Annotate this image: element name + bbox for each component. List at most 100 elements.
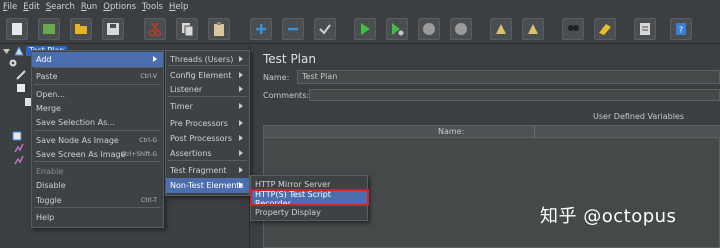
menu-item-paste[interactable]: Paste Ctrl-V — [32, 69, 163, 84]
non-test-item-property-display[interactable]: Property Display — [251, 205, 367, 220]
save-button[interactable] — [102, 18, 124, 40]
name-label: Name: — [263, 73, 290, 82]
menu-tools[interactable]: Tools — [142, 2, 163, 12]
menu-run[interactable]: Run — [81, 2, 97, 12]
thread-group-icon — [16, 83, 26, 92]
menu-item-label: Toggle — [36, 196, 62, 205]
menu-help[interactable]: Help — [169, 2, 188, 12]
clear-all-button[interactable] — [522, 18, 544, 40]
tree-child-row[interactable] — [14, 142, 26, 152]
expand-button[interactable] — [250, 18, 272, 40]
tree-child-row[interactable] — [14, 154, 26, 164]
open-button[interactable] — [70, 18, 92, 40]
collapse-button[interactable] — [282, 18, 304, 40]
menu-item-add[interactable]: Add — [32, 52, 163, 67]
menu-item-label: Disable — [36, 181, 66, 190]
menu-item-save-selection-as[interactable]: Save Selection As... — [32, 115, 163, 130]
search-button[interactable] — [562, 18, 584, 40]
submenu-arrow-icon — [239, 135, 243, 141]
column-divider[interactable] — [534, 126, 535, 138]
tree-child-row[interactable] — [12, 130, 24, 140]
table-col-name[interactable]: Name: — [438, 127, 464, 136]
svg-text:?: ? — [679, 26, 683, 35]
function-helper-icon — [640, 23, 650, 35]
menu-item-save-screen-as-image[interactable]: Save Screen As Image Ctrl+Shift-G — [32, 147, 163, 162]
function-helper-button[interactable] — [634, 18, 656, 40]
table-header: Name: — [264, 126, 720, 138]
add-menu-item-pre-processors[interactable]: Pre Processors — [166, 116, 249, 131]
menu-item-enable: Enable — [32, 164, 163, 179]
start-icon — [361, 23, 370, 35]
menu-item-label: Paste — [36, 72, 58, 81]
paste-button[interactable] — [208, 18, 230, 40]
stop-button[interactable] — [418, 18, 440, 40]
start-button[interactable] — [354, 18, 376, 40]
panel-title: Test Plan — [263, 52, 316, 66]
menu-item-label: Open... — [36, 90, 65, 99]
add-menu-item-timer[interactable]: Timer — [166, 99, 249, 114]
menu-divider — [34, 84, 161, 85]
menu-file[interactable]: File — [3, 2, 17, 12]
help-button[interactable]: ? — [670, 18, 692, 40]
clear-all-icon — [528, 24, 538, 34]
tree-child-row[interactable] — [16, 82, 28, 92]
add-menu-item-config-element[interactable]: Config Element — [166, 68, 249, 83]
menu-edit[interactable]: Edit — [23, 2, 39, 12]
submenu-arrow-icon — [239, 72, 243, 78]
listener-icon — [14, 155, 24, 164]
menu-item-open[interactable]: Open... — [32, 87, 163, 102]
start-no-pauses-button[interactable] — [386, 18, 408, 40]
add-menu-item-non-test-elements[interactable]: Non-Test Elements — [166, 178, 249, 193]
cut-icon — [148, 22, 162, 37]
add-menu-item-test-fragment[interactable]: Test Fragment — [166, 163, 249, 178]
new-button[interactable] — [6, 18, 28, 40]
collapse-icon — [288, 27, 298, 31]
cut-button[interactable] — [144, 18, 166, 40]
menu-item-label: Enable — [36, 167, 64, 176]
copy-button[interactable] — [176, 18, 198, 40]
menu-item-toggle[interactable]: Toggle Ctrl-T — [32, 193, 163, 208]
expand-icon — [256, 24, 266, 34]
menu-item-label: Save Screen As Image — [36, 150, 126, 159]
expand-arrow-icon[interactable] — [2, 47, 12, 56]
new-icon — [12, 23, 22, 35]
gear-icon — [8, 58, 18, 67]
shutdown-button[interactable] — [450, 18, 472, 40]
menu-item-disable[interactable]: Disable — [32, 178, 163, 193]
start-no-pauses-icon — [392, 23, 404, 36]
submenu-arrow-icon — [239, 56, 243, 62]
tree-child-row[interactable] — [16, 69, 28, 80]
non-test-item-http-s-test-script-recorder[interactable]: HTTP(S) Test Script Recorder — [251, 190, 367, 208]
submenu-arrow-icon — [239, 150, 243, 156]
menu-item-label: Merge — [36, 104, 61, 113]
tree-child-row[interactable] — [8, 57, 20, 67]
stop-icon — [423, 23, 435, 35]
menu-item-save-node-as-image[interactable]: Save Node As Image Ctrl-G — [32, 133, 163, 148]
add-menu-item-threads-users[interactable]: Threads (Users) — [166, 52, 249, 67]
reset-search-button[interactable] — [594, 18, 616, 40]
add-menu-item-listener[interactable]: Listener — [166, 82, 249, 97]
name-field[interactable]: Test Plan — [297, 70, 720, 84]
menu-options[interactable]: Options — [103, 2, 136, 12]
non-test-elements-submenu: HTTP Mirror Server HTTP(S) Test Script Re… — [250, 175, 368, 221]
submenu-arrow-icon — [239, 103, 243, 109]
add-menu-item-assertions[interactable]: Assertions — [166, 146, 249, 161]
menu-item-shortcut: Ctrl-T — [141, 197, 157, 204]
toolbar: ? — [0, 14, 720, 44]
clear-button[interactable] — [490, 18, 512, 40]
menu-item-label: Add — [36, 55, 52, 64]
templates-icon — [43, 24, 55, 34]
menu-item-label: Config Element — [170, 71, 232, 80]
reset-search-icon — [599, 24, 611, 35]
menu-item-label: HTTP Mirror Server — [255, 180, 331, 189]
toggle-button[interactable] — [314, 18, 336, 40]
toggle-icon — [319, 24, 331, 35]
menu-item-label: Property Display — [255, 208, 321, 217]
menu-item-help[interactable]: Help — [32, 210, 163, 225]
tools-icon — [16, 69, 26, 80]
menu-search[interactable]: Search — [46, 2, 75, 12]
templates-button[interactable] — [38, 18, 60, 40]
menu-item-merge[interactable]: Merge — [32, 101, 163, 116]
comments-field[interactable] — [309, 89, 720, 101]
add-menu-item-post-processors[interactable]: Post Processors — [166, 131, 249, 146]
